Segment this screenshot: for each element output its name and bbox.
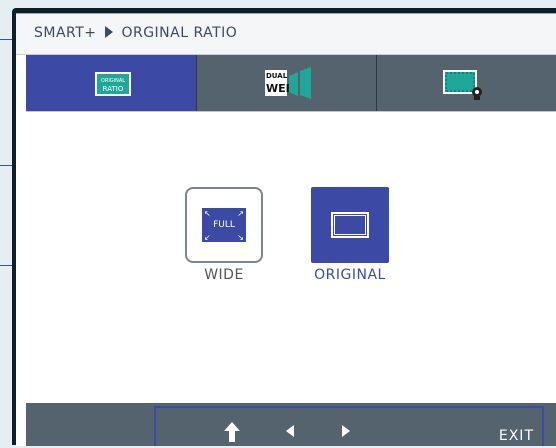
breadcrumb: SMART+ ORGINAL RATIO <box>34 25 237 41</box>
original-screen-icon <box>331 212 369 238</box>
option-original[interactable]: ORIGINAL <box>310 187 390 283</box>
breadcrumb-root: SMART+ <box>34 25 97 41</box>
tab-bar: ORIGINAL RATIO DUAL WEB <box>26 55 556 111</box>
tab-icon-line1: ORIGINAL <box>100 78 126 84</box>
option-wide[interactable]: FULL ↖ ↗ ↙ ↘ WIDE <box>184 187 264 283</box>
dual-web-icon: DUAL WEB <box>265 66 313 100</box>
exit-button[interactable]: EXIT <box>499 428 534 444</box>
original-ratio-icon: ORIGINAL RATIO <box>95 72 131 96</box>
original-button[interactable] <box>311 187 389 263</box>
right-triangle-icon <box>104 26 113 38</box>
wide-button[interactable]: FULL ↖ ↗ ↙ ↘ <box>185 187 263 263</box>
guide-line <box>0 165 12 166</box>
right-arrow-icon[interactable] <box>338 418 354 448</box>
left-arrow-icon[interactable] <box>282 418 298 448</box>
title-bar: SMART+ ORGINAL RATIO <box>16 14 556 55</box>
guide-line <box>0 39 12 40</box>
tab-original-ratio[interactable]: ORIGINAL RATIO <box>26 55 197 111</box>
tab-dual-web[interactable]: DUAL WEB <box>197 55 377 111</box>
content-area: FULL ↖ ↗ ↙ ↘ WIDE ORIGINAL <box>26 111 556 404</box>
wide-label: WIDE <box>204 267 244 283</box>
guide-line <box>0 265 12 266</box>
screen-camera-icon <box>443 70 485 100</box>
original-label: ORIGINAL <box>314 267 386 283</box>
bottom-bar: EXIT <box>26 403 556 446</box>
dual-text: DUAL <box>266 72 288 80</box>
full-icon-label: FULL <box>213 220 235 230</box>
tab-icon-line2: RATIO <box>102 85 124 93</box>
osd-panel: SMART+ ORGINAL RATIO ORIGINAL RATIO DUAL… <box>16 13 556 446</box>
button-guide-frame: EXIT <box>154 406 544 446</box>
back-icon[interactable] <box>222 418 242 448</box>
breadcrumb-current: ORGINAL RATIO <box>121 25 238 41</box>
full-screen-icon: FULL ↖ ↗ ↙ ↘ <box>202 208 246 242</box>
tab-screen-camera[interactable] <box>377 55 556 111</box>
